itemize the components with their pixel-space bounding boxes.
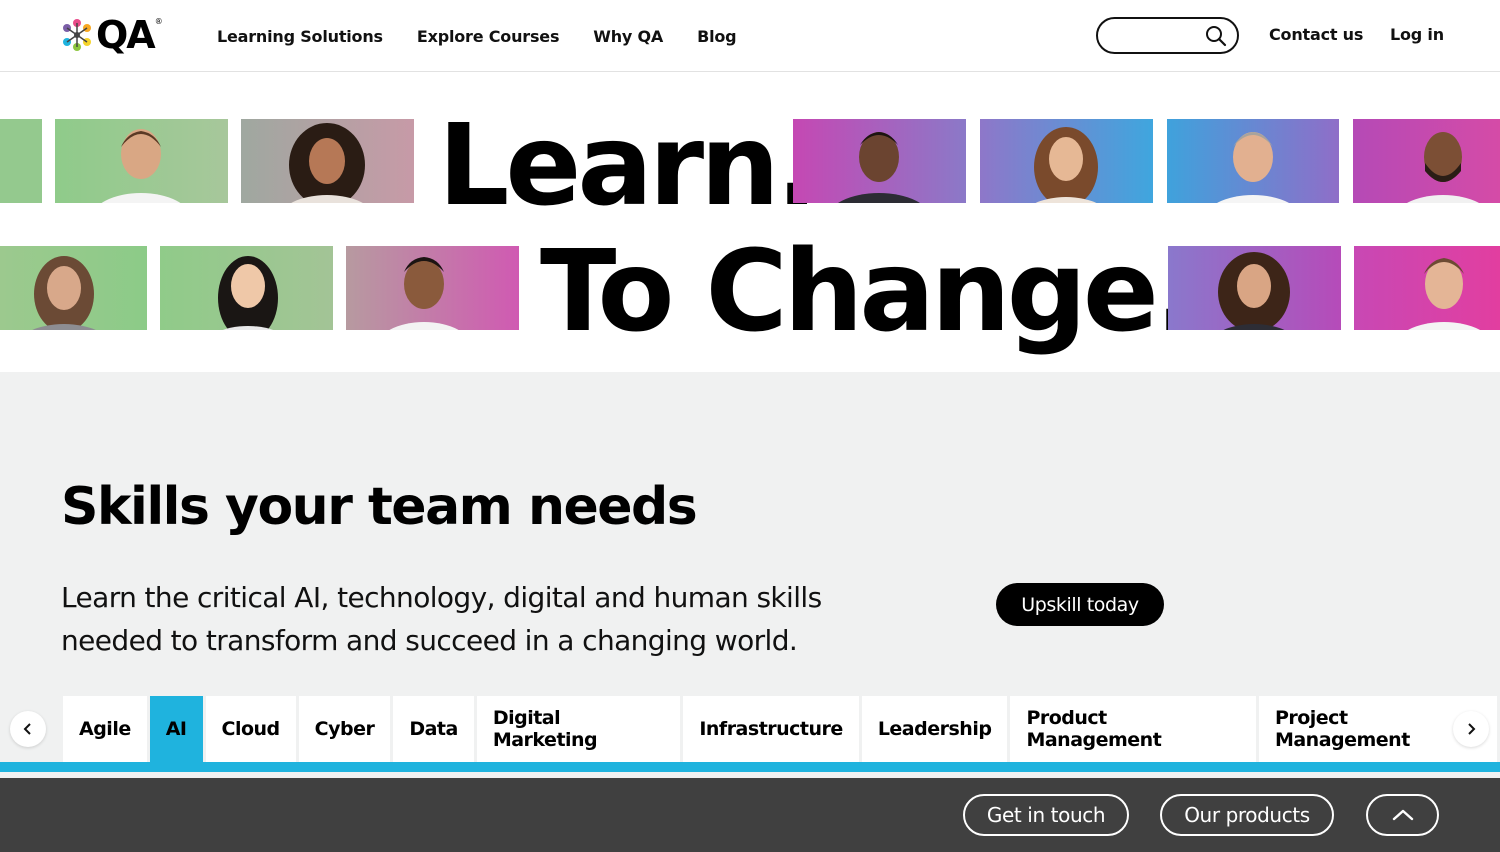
person-avatar-icon xyxy=(218,256,278,330)
tab-infrastructure[interactable]: Infrastructure xyxy=(683,696,859,762)
hero-banner: Learn. To Change. xyxy=(0,72,1500,372)
person-avatar-icon xyxy=(1216,132,1290,203)
hero-photo-tile xyxy=(346,246,519,330)
search-icon[interactable] xyxy=(1205,25,1227,47)
person-avatar-icon xyxy=(838,132,920,203)
hero-photo-tile xyxy=(1353,119,1500,203)
registered-mark: ® xyxy=(154,16,163,26)
skills-section: Skills your team needs Learn the critica… xyxy=(0,372,1500,780)
upskill-today-button[interactable]: Upskill today xyxy=(996,583,1164,626)
qa-logo[interactable]: QA ® xyxy=(60,16,163,54)
person-avatar-icon xyxy=(1407,258,1481,330)
person-avatar-icon xyxy=(32,256,96,330)
get-in-touch-button[interactable]: Get in touch xyxy=(963,794,1129,836)
nav-learning-solutions[interactable]: Learning Solutions xyxy=(217,27,383,46)
hero-heading-line2: To Change. xyxy=(540,227,1197,357)
tab-leadership[interactable]: Leadership xyxy=(861,696,1008,762)
hero-photo-tile xyxy=(0,119,42,203)
skills-tabs: Agile AI Cloud Cyber Data Digital Market… xyxy=(63,696,1500,762)
hero-photo-tile xyxy=(55,119,228,203)
person-avatar-icon xyxy=(1406,132,1480,203)
chevron-left-icon xyxy=(23,723,31,735)
tab-agile[interactable]: Agile xyxy=(63,696,147,762)
tabs-prev-button[interactable] xyxy=(10,711,46,747)
tab-cloud[interactable]: Cloud xyxy=(205,696,296,762)
nav-explore-courses[interactable]: Explore Courses xyxy=(417,27,560,46)
sticky-action-bar: Get in touch Our products xyxy=(0,778,1500,852)
hero-photo-tile xyxy=(1168,246,1341,330)
hero-photo-tile xyxy=(1354,246,1500,330)
hero-photo-tile xyxy=(0,246,147,330)
hero-photo-tile xyxy=(1167,119,1339,203)
person-avatar-icon xyxy=(101,129,181,203)
skills-title: Skills your team needs xyxy=(61,477,698,537)
person-avatar-icon xyxy=(1218,252,1290,330)
our-products-button[interactable]: Our products xyxy=(1160,794,1334,836)
hero-photo-tile xyxy=(160,246,333,330)
hero-heading-line1: Learn. xyxy=(438,101,818,231)
search-box xyxy=(1096,17,1239,54)
person-avatar-icon xyxy=(289,123,365,203)
scroll-to-top-button[interactable] xyxy=(1366,794,1439,836)
person-avatar-icon xyxy=(1034,127,1098,203)
tab-product-management[interactable]: Product Management xyxy=(1010,696,1256,762)
nav-blog[interactable]: Blog xyxy=(697,27,737,46)
skills-description: Learn the critical AI, technology, digit… xyxy=(61,581,822,657)
hero-photo-tile xyxy=(980,119,1153,203)
nav-why-qa[interactable]: Why QA xyxy=(593,27,663,46)
tab-cyber[interactable]: Cyber xyxy=(298,696,391,762)
person-avatar-icon xyxy=(389,257,459,330)
tabs-next-button[interactable] xyxy=(1453,711,1489,747)
log-in-link[interactable]: Log in xyxy=(1390,25,1444,44)
contact-us-link[interactable]: Contact us xyxy=(1269,25,1363,44)
main-nav: Learning Solutions Explore Courses Why Q… xyxy=(217,0,770,72)
qa-logo-mark-icon xyxy=(63,19,91,51)
hero-photo-tile xyxy=(793,119,966,203)
tab-ai[interactable]: AI xyxy=(149,696,203,762)
hero-photo-tile xyxy=(241,119,414,203)
qa-logo-text: QA xyxy=(96,13,156,57)
tab-digital-marketing[interactable]: Digital Marketing xyxy=(476,696,681,762)
tab-data[interactable]: Data xyxy=(393,696,474,762)
chevron-up-icon xyxy=(1392,809,1413,821)
tabs-underline xyxy=(0,762,1500,772)
search-input[interactable] xyxy=(1110,26,1196,46)
site-header: QA ® Learning Solutions Explore Courses … xyxy=(0,0,1500,72)
chevron-right-icon xyxy=(1468,723,1476,735)
